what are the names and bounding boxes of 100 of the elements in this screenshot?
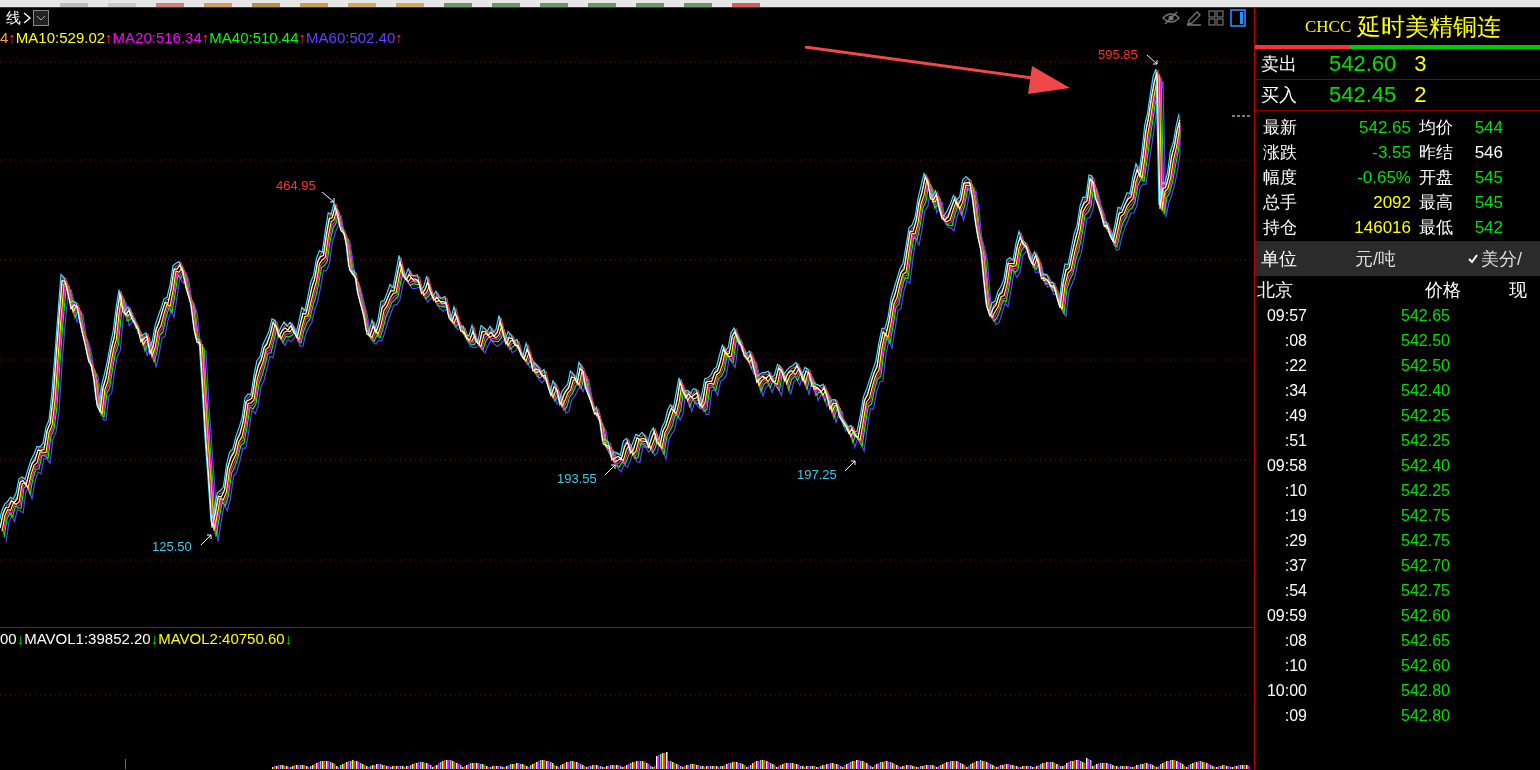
toolbar-button[interactable] [300,3,328,7]
stat-value: 542 [1473,217,1503,238]
stat-label: 最新 [1263,117,1298,139]
unit-option[interactable]: 元/吨 [1355,247,1396,271]
stat-value: 542.65 [1358,117,1411,138]
tick-price: 542.25 [1400,481,1450,500]
pointer-arrow-icon [200,534,212,546]
trend-arrow: ↑ [8,28,16,46]
quote-price: 542.45 [1329,82,1397,108]
tick-time: :08 [1283,331,1307,350]
pencil-icon[interactable] [1186,10,1202,26]
tick-price: 542.50 [1400,331,1450,350]
stat-label: 开盘 [1419,167,1454,189]
tick-time: :10 [1283,656,1307,675]
stat-value: 544 [1473,117,1503,138]
tick-price: 542.80 [1400,706,1450,725]
tick-price: 542.80 [1400,681,1450,700]
unit-option[interactable]: 美分/ [1481,247,1523,271]
tick-price: 542.65 [1400,306,1450,325]
stat-label: 幅度 [1263,167,1298,189]
contract-code: CHCC [1305,16,1352,37]
pointer-arrow-icon [604,464,616,476]
tick-time: :22 [1283,356,1307,375]
toolbar-button[interactable] [252,3,280,7]
column-header: 价格 [1425,278,1461,302]
pointer-arrow-icon [321,191,335,203]
tick-price: 542.25 [1400,431,1450,450]
column-header: 现 [1509,278,1527,302]
chevron-icon [22,11,32,25]
tick-price: 542.60 [1400,606,1450,625]
tick-price: 542.50 [1400,356,1450,375]
trend-arrow: ↓ [16,629,25,647]
tick-price: 542.75 [1400,581,1450,600]
side-panel-icon[interactable] [1230,9,1246,27]
trend-arrow: ↑ [298,28,307,46]
price-label: 125.50 [152,539,192,554]
tick-time: :51 [1283,431,1307,450]
quote-label: 买入 [1261,84,1297,107]
stat-value: 2092 [1372,192,1411,213]
toolbar-button[interactable] [156,3,184,7]
stat-value: 146016 [1353,217,1411,238]
trend-arrow: ↓ [150,629,159,647]
stat-label: 均价 [1419,117,1454,139]
tick-time: 09:57 [1265,306,1307,325]
pointer-arrow-icon [1146,54,1158,65]
stat-label: 最高 [1419,192,1454,214]
stat-value: 545 [1473,192,1503,213]
toolbar-button[interactable] [540,3,568,7]
indicator-value: MAVOL1:39852.20 [24,629,151,647]
tick-time: :19 [1283,506,1307,525]
tick-time: 10:00 [1265,681,1307,700]
tick-price: 542.75 [1400,531,1450,550]
toolbar-button[interactable] [732,3,760,7]
toolbar-button[interactable] [396,3,424,7]
indicator-value: 4 [0,28,9,46]
tick-price: 542.65 [1400,631,1450,650]
toolbar-button[interactable] [588,3,616,7]
toolbar-button[interactable] [684,3,712,7]
toolbar-button[interactable] [444,3,472,7]
tick-time: 09:58 [1265,456,1307,475]
trend-arrow: ↓ [284,629,293,647]
tick-time: :37 [1283,556,1307,575]
stat-label: 涨跌 [1263,142,1298,164]
price-label: 595.85 [1098,47,1138,62]
price-label: 464.95 [276,178,316,193]
tick-price: 542.75 [1400,506,1450,525]
indicator-value: 00 [0,629,17,647]
hide-eye-icon[interactable] [1162,11,1180,25]
unit-label: 单位 [1261,248,1297,271]
price-label: 193.55 [557,471,597,486]
tick-price: 542.70 [1400,556,1450,575]
toolbar-button[interactable] [636,3,664,7]
stat-value: -0.65% [1356,167,1411,188]
tick-time: :09 [1283,706,1307,725]
tick-price: 542.40 [1400,381,1450,400]
tick-time: 09:59 [1265,606,1307,625]
price-marker [1231,115,1251,117]
grid-icon[interactable] [1208,10,1224,26]
toolbar-button[interactable] [492,3,520,7]
contract-name: 延时美精铜连 [1357,11,1502,42]
quote-quantity: 3 [1414,51,1427,77]
tick-price: 542.60 [1400,656,1450,675]
toolbar-button[interactable] [108,3,136,7]
dropdown-button[interactable] [33,10,49,26]
stat-label: 最低 [1419,217,1454,239]
toolbar-button[interactable] [348,3,376,7]
stat-label: 总手 [1263,192,1298,214]
trend-arrow: ↑ [105,28,113,46]
toolbar-button[interactable] [204,3,232,7]
tick-time: :29 [1283,531,1307,550]
stat-value: 545 [1473,167,1503,188]
trend-arrow: ↑ [395,28,403,46]
tick-time: :54 [1283,581,1307,600]
toolbar-button[interactable] [60,3,88,7]
tick-price: 542.25 [1400,406,1450,425]
caret-icon [37,15,45,21]
tick-time: :49 [1283,406,1307,425]
indicator-value: MA10:529.02 [15,28,106,46]
tick-time: :10 [1283,481,1307,500]
pointer-arrow-icon [844,460,856,472]
